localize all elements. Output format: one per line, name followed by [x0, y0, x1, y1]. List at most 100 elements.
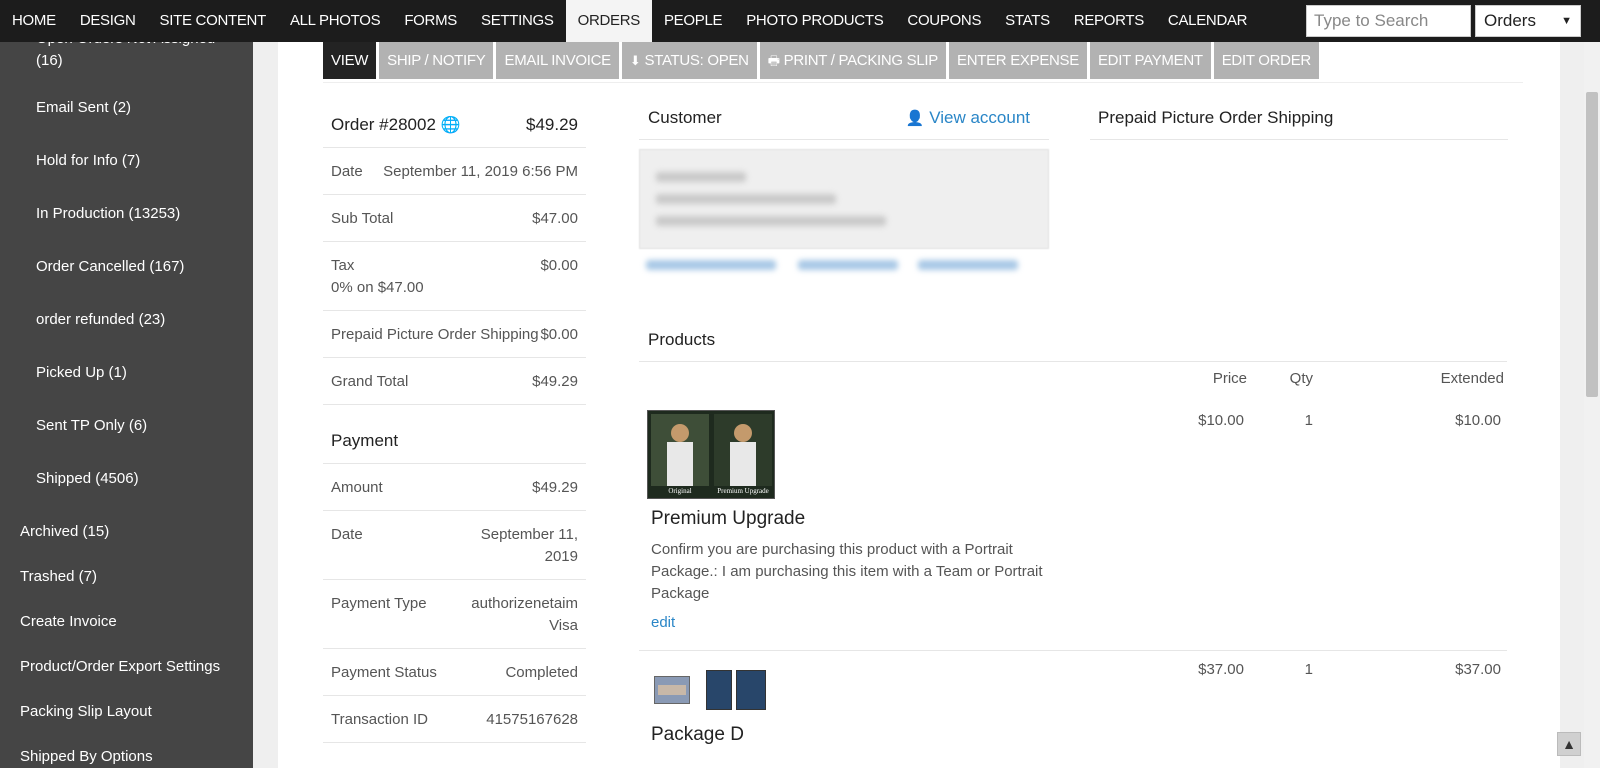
nav-photo-products[interactable]: PHOTO PRODUCTS — [734, 0, 895, 42]
email-invoice-button[interactable]: EMAIL INVOICE — [496, 42, 619, 79]
divider — [639, 139, 1049, 140]
nav-coupons[interactable]: COUPONS — [895, 0, 993, 42]
edit-order-button[interactable]: EDIT ORDER — [1213, 42, 1319, 79]
column-header-price: Price — [1212, 370, 1247, 387]
nav-settings[interactable]: SETTINGS — [469, 0, 566, 42]
sidebar-item-create-invoice[interactable]: Create Invoice — [20, 611, 245, 633]
thumb-caption-premium: Premium Upgrade — [717, 487, 769, 495]
products-title: Products — [648, 330, 716, 349]
sidebar-item-email-sent[interactable]: Email Sent (2) — [36, 97, 236, 119]
product-thumbnail[interactable] — [654, 676, 690, 704]
payment-title: Payment — [331, 431, 399, 450]
sidebar-item-archived[interactable]: Archived (15) — [20, 521, 245, 543]
product-thumbnail[interactable] — [706, 670, 732, 710]
redacted-link[interactable] — [646, 260, 776, 270]
order-title-wrap: Order #28002 🌐 — [331, 114, 461, 137]
redacted-link[interactable] — [918, 260, 1018, 270]
sidebar-item-packing-slip-layout[interactable]: Packing Slip Layout — [20, 701, 245, 723]
sidebar-item-order-cancelled[interactable]: Order Cancelled (167) — [36, 256, 236, 278]
nav-site-content[interactable]: SITE CONTENT — [148, 0, 278, 42]
chevron-down-icon: ▼ — [1561, 15, 1572, 27]
payment-status-label: Payment Status — [331, 664, 437, 681]
subtotal-value: $47.00 — [532, 210, 578, 227]
grand-total-label: Grand Total — [331, 373, 409, 390]
sidebar-item-order-refunded[interactable]: order refunded (23) — [36, 309, 236, 331]
payment-date-row: Date September 11, 2019 — [323, 511, 586, 580]
order-grand-total-row: Grand Total $49.29 — [323, 358, 586, 405]
product-thumbnail[interactable] — [736, 670, 766, 710]
nav-people[interactable]: PEOPLE — [652, 0, 734, 42]
sidebar-item-sent-tp-only[interactable]: Sent TP Only (6) — [36, 415, 236, 437]
product-name: Package D — [651, 724, 744, 745]
order-subtotal-row: Sub Total $47.00 — [323, 195, 586, 242]
sidebar-item-picked-up[interactable]: Picked Up (1) — [36, 362, 236, 384]
status-button[interactable]: ⬇ STATUS: OPEN — [621, 42, 757, 79]
payment-type-value: authorizenetaim Visa — [471, 593, 578, 637]
search-scope-select[interactable]: Orders ▼ — [1475, 5, 1581, 37]
order-detail-panel: VIEW SHIP / NOTIFY EMAIL INVOICE ⬇ STATUS… — [278, 42, 1560, 768]
tax-label-wrap: Tax 0% on $47.00 — [331, 255, 424, 299]
status-label: STATUS: OPEN — [644, 52, 749, 69]
column-header-extended: Extended — [1440, 370, 1504, 387]
tax-value: $0.00 — [540, 257, 578, 274]
top-nav: HOME DESIGN SITE CONTENT ALL PHOTOS FORM… — [0, 0, 1600, 42]
transaction-id-row: Transaction ID 41575167628 — [323, 696, 586, 743]
sidebar-item-export-settings[interactable]: Product/Order Export Settings — [20, 656, 245, 678]
payment-amount-value: $49.29 — [532, 479, 578, 496]
nav-all-photos[interactable]: ALL PHOTOS — [278, 0, 392, 42]
tax-label: Tax — [331, 257, 355, 274]
product-qty: 1 — [1304, 661, 1313, 678]
enter-expense-button[interactable]: ENTER EXPENSE — [949, 42, 1087, 79]
product-price: $37.00 — [1198, 661, 1244, 678]
payment-type-line1: authorizenetaim — [471, 595, 578, 612]
redacted-link[interactable] — [798, 260, 898, 270]
product-edit-link[interactable]: edit — [651, 614, 675, 631]
globe-icon[interactable]: 🌐 — [441, 117, 461, 134]
payment-type-label: Payment Type — [331, 595, 427, 612]
edit-payment-button[interactable]: EDIT PAYMENT — [1089, 42, 1211, 79]
nav-forms[interactable]: FORMS — [392, 0, 469, 42]
order-title: Order #28002 — [331, 115, 436, 134]
subtotal-label: Sub Total — [331, 210, 394, 227]
print-icon: 🖶 — [767, 53, 780, 68]
nav-reports[interactable]: REPORTS — [1062, 0, 1156, 42]
grand-total-value: $49.29 — [532, 373, 578, 390]
search-input[interactable] — [1306, 5, 1471, 37]
sidebar-item-shipped-by-options[interactable]: Shipped By Options — [20, 746, 245, 768]
payment-header-row: Payment — [323, 416, 586, 464]
nav-orders[interactable]: ORDERS — [565, 0, 652, 42]
product-qty: 1 — [1304, 412, 1313, 429]
nav-stats[interactable]: STATS — [993, 0, 1062, 42]
figure-body — [667, 442, 693, 486]
page-scrollbar[interactable] — [1584, 42, 1600, 768]
view-button[interactable]: VIEW — [323, 42, 377, 79]
product-thumbnail[interactable]: Original Premium Upgrade — [647, 410, 775, 499]
nav-calendar[interactable]: CALENDAR — [1156, 0, 1259, 42]
payment-status-value: Completed — [505, 664, 578, 681]
photo-original — [651, 414, 709, 486]
sidebar-item-trashed[interactable]: Trashed (7) — [20, 566, 245, 588]
payment-date-line1: September 11, — [480, 526, 578, 543]
scrollbar-thumb[interactable] — [1586, 92, 1598, 397]
team-photo — [658, 685, 686, 695]
product-description: Confirm you are purchasing this product … — [651, 541, 1043, 602]
sidebar-item-open-orders-not-assigned[interactable]: Open Orders Not Assigned (16) — [36, 42, 236, 72]
sidebar-item-shipped[interactable]: Shipped (4506) — [36, 468, 236, 490]
transaction-id-label: Transaction ID — [331, 711, 428, 728]
payment-status-row: Payment Status Completed — [323, 649, 586, 696]
nav-home[interactable]: HOME — [0, 0, 68, 42]
redacted-line — [656, 172, 746, 182]
sidebar-item-in-production[interactable]: In Production (13253) — [36, 203, 236, 225]
print-label: PRINT / PACKING SLIP — [783, 52, 939, 69]
ship-notify-button[interactable]: SHIP / NOTIFY — [379, 42, 494, 79]
divider — [1090, 139, 1508, 140]
view-account-link[interactable]: 👤 View account — [906, 108, 1030, 128]
photo-premium — [714, 414, 772, 486]
sidebar-item-hold-for-info[interactable]: Hold for Info (7) — [36, 150, 236, 172]
print-packing-slip-button[interactable]: 🖶 PRINT / PACKING SLIP — [759, 42, 946, 79]
chevron-up-icon[interactable]: ▲ — [1557, 732, 1581, 756]
product-extended: $10.00 — [1455, 412, 1501, 429]
nav-design[interactable]: DESIGN — [68, 0, 148, 42]
figure-head — [734, 424, 752, 442]
payment-date-value: September 11, 2019 — [481, 524, 578, 568]
